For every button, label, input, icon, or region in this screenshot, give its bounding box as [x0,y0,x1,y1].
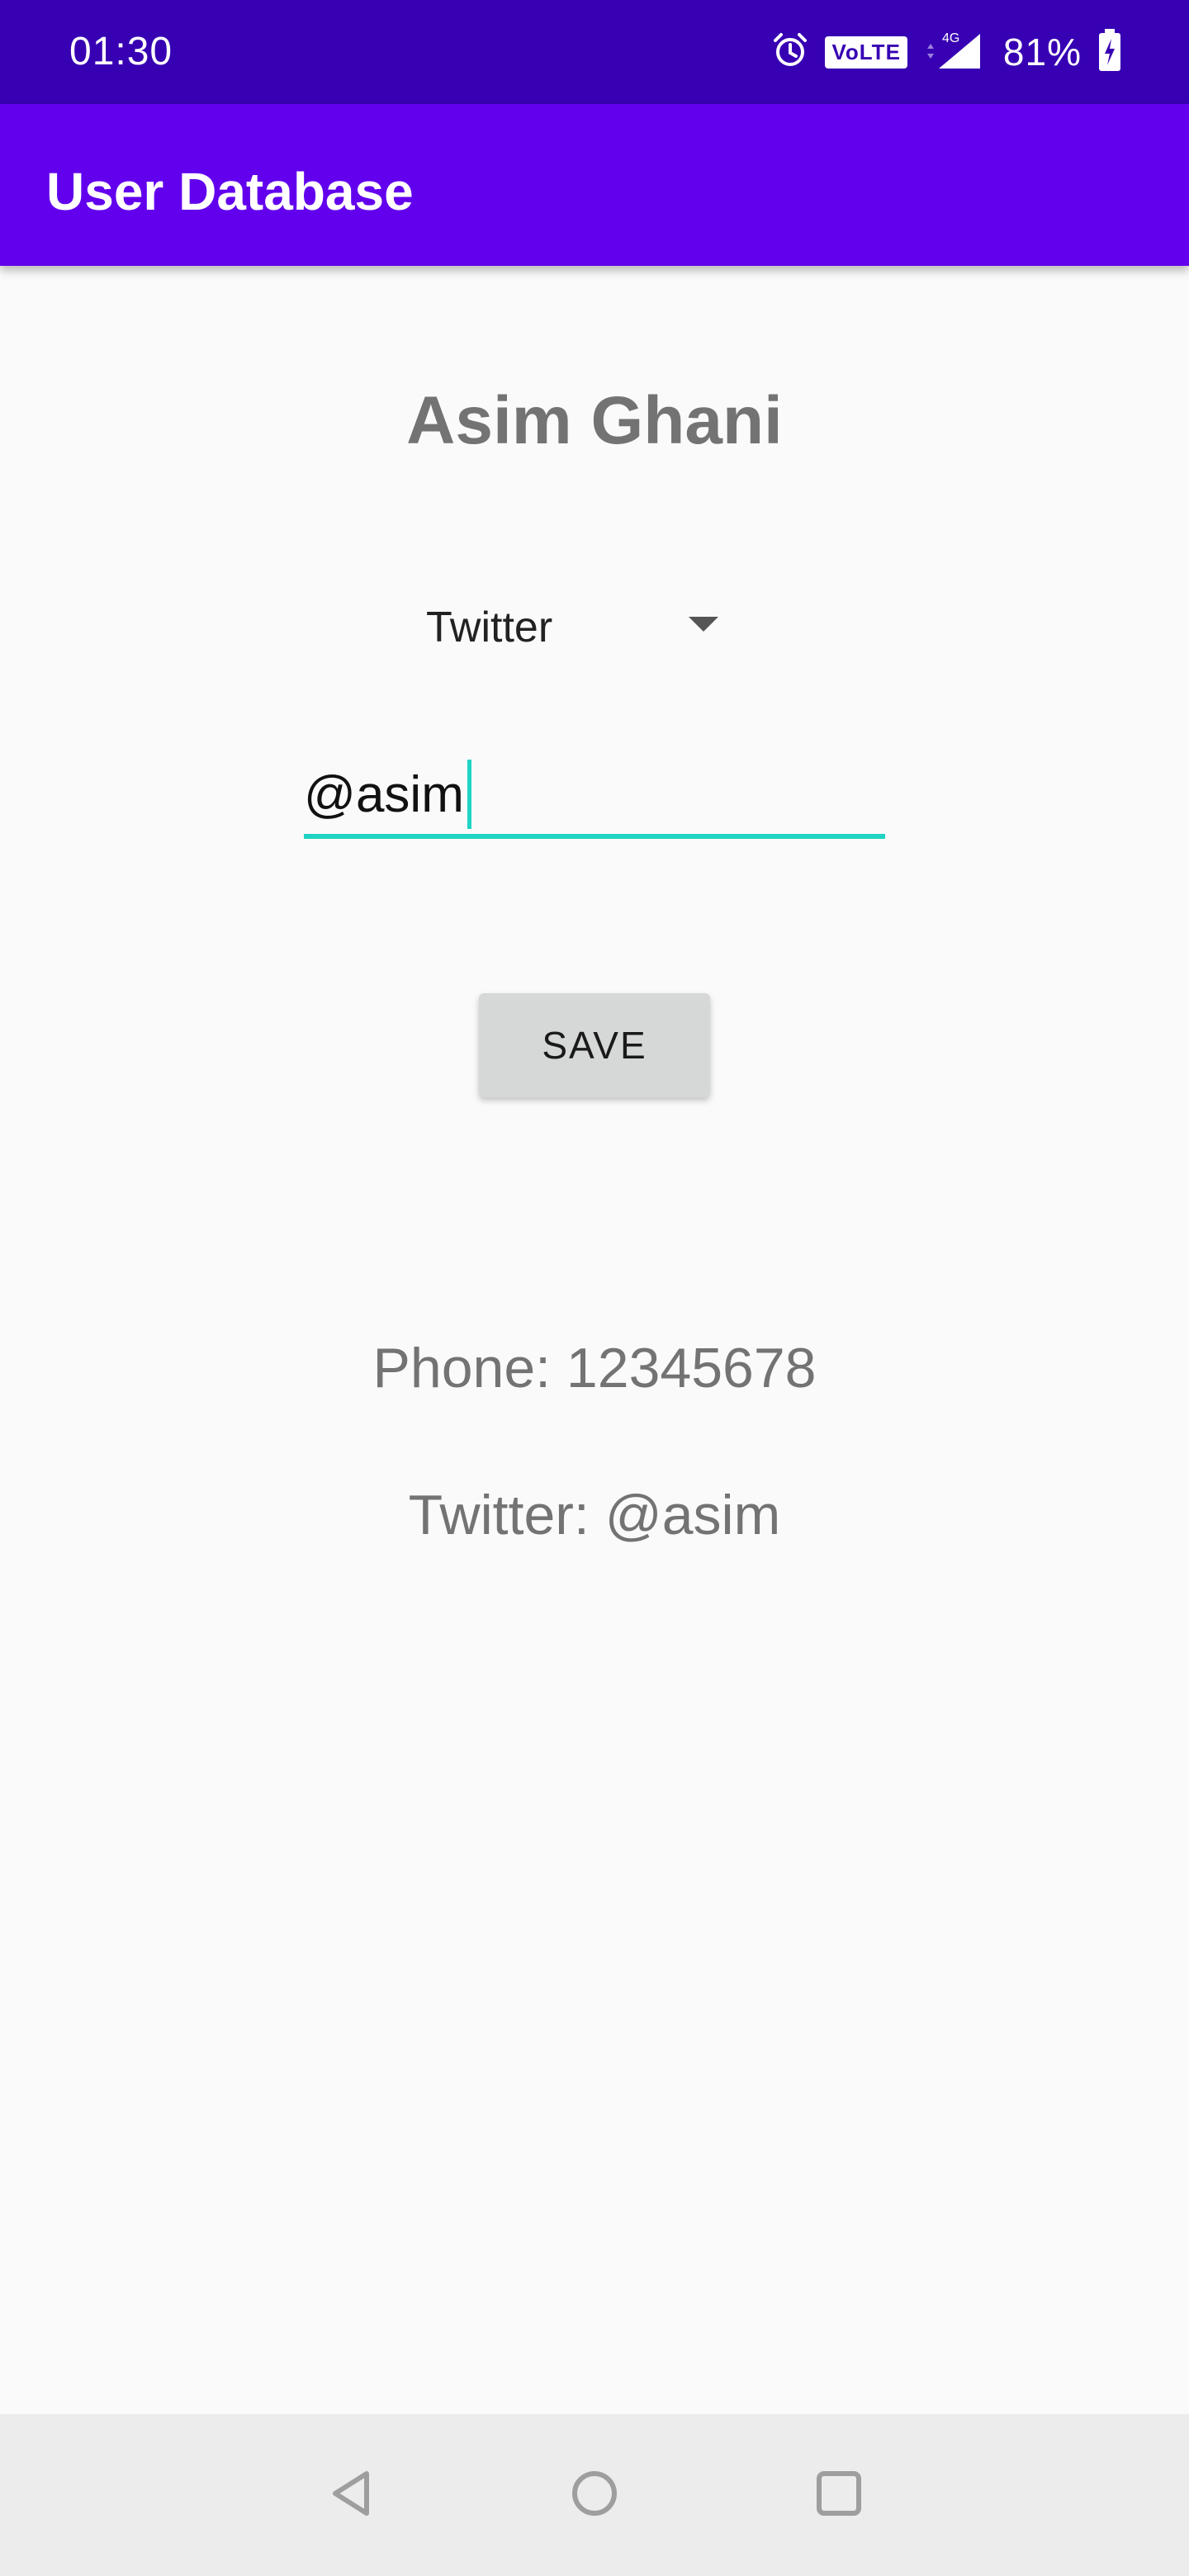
dropdown-selected-value: Twitter [426,604,553,651]
signal-icon: 4G [922,29,988,76]
alarm-icon [770,31,810,74]
svg-text:4G: 4G [942,31,959,45]
home-icon [568,2467,621,2524]
dropdown-arrow-icon [689,617,718,632]
handle-input-field[interactable]: @asim [304,760,471,829]
twitter-info: Twitter: @asim [408,1484,781,1546]
user-name-heading: Asim Ghani [406,383,783,458]
status-icons: VoLTE 4G 81% [756,25,1123,79]
battery-charging-icon [1097,28,1123,76]
back-button[interactable] [310,2454,393,2536]
volte-badge: VoLTE [825,36,907,69]
save-button[interactable]: SAVE [479,993,710,1097]
status-bar: 01:30 VoLTE 4G 81% [0,0,1189,104]
text-cursor [467,760,471,829]
handle-input[interactable]: @asim [304,743,885,839]
navigation-bar [0,2414,1189,2576]
status-time: 01:30 [69,30,173,73]
back-icon [325,2467,378,2524]
app-title: User Database [46,162,414,221]
input-value: @asim [304,765,464,823]
phone-info: Phone: 12345678 [372,1337,817,1399]
app-bar: User Database [0,104,1189,266]
recents-icon [812,2467,865,2524]
platform-dropdown[interactable]: Twitter [413,582,751,673]
home-button[interactable] [553,2454,636,2536]
battery-percent: 81% [1002,31,1082,73]
recents-button[interactable] [798,2454,880,2536]
